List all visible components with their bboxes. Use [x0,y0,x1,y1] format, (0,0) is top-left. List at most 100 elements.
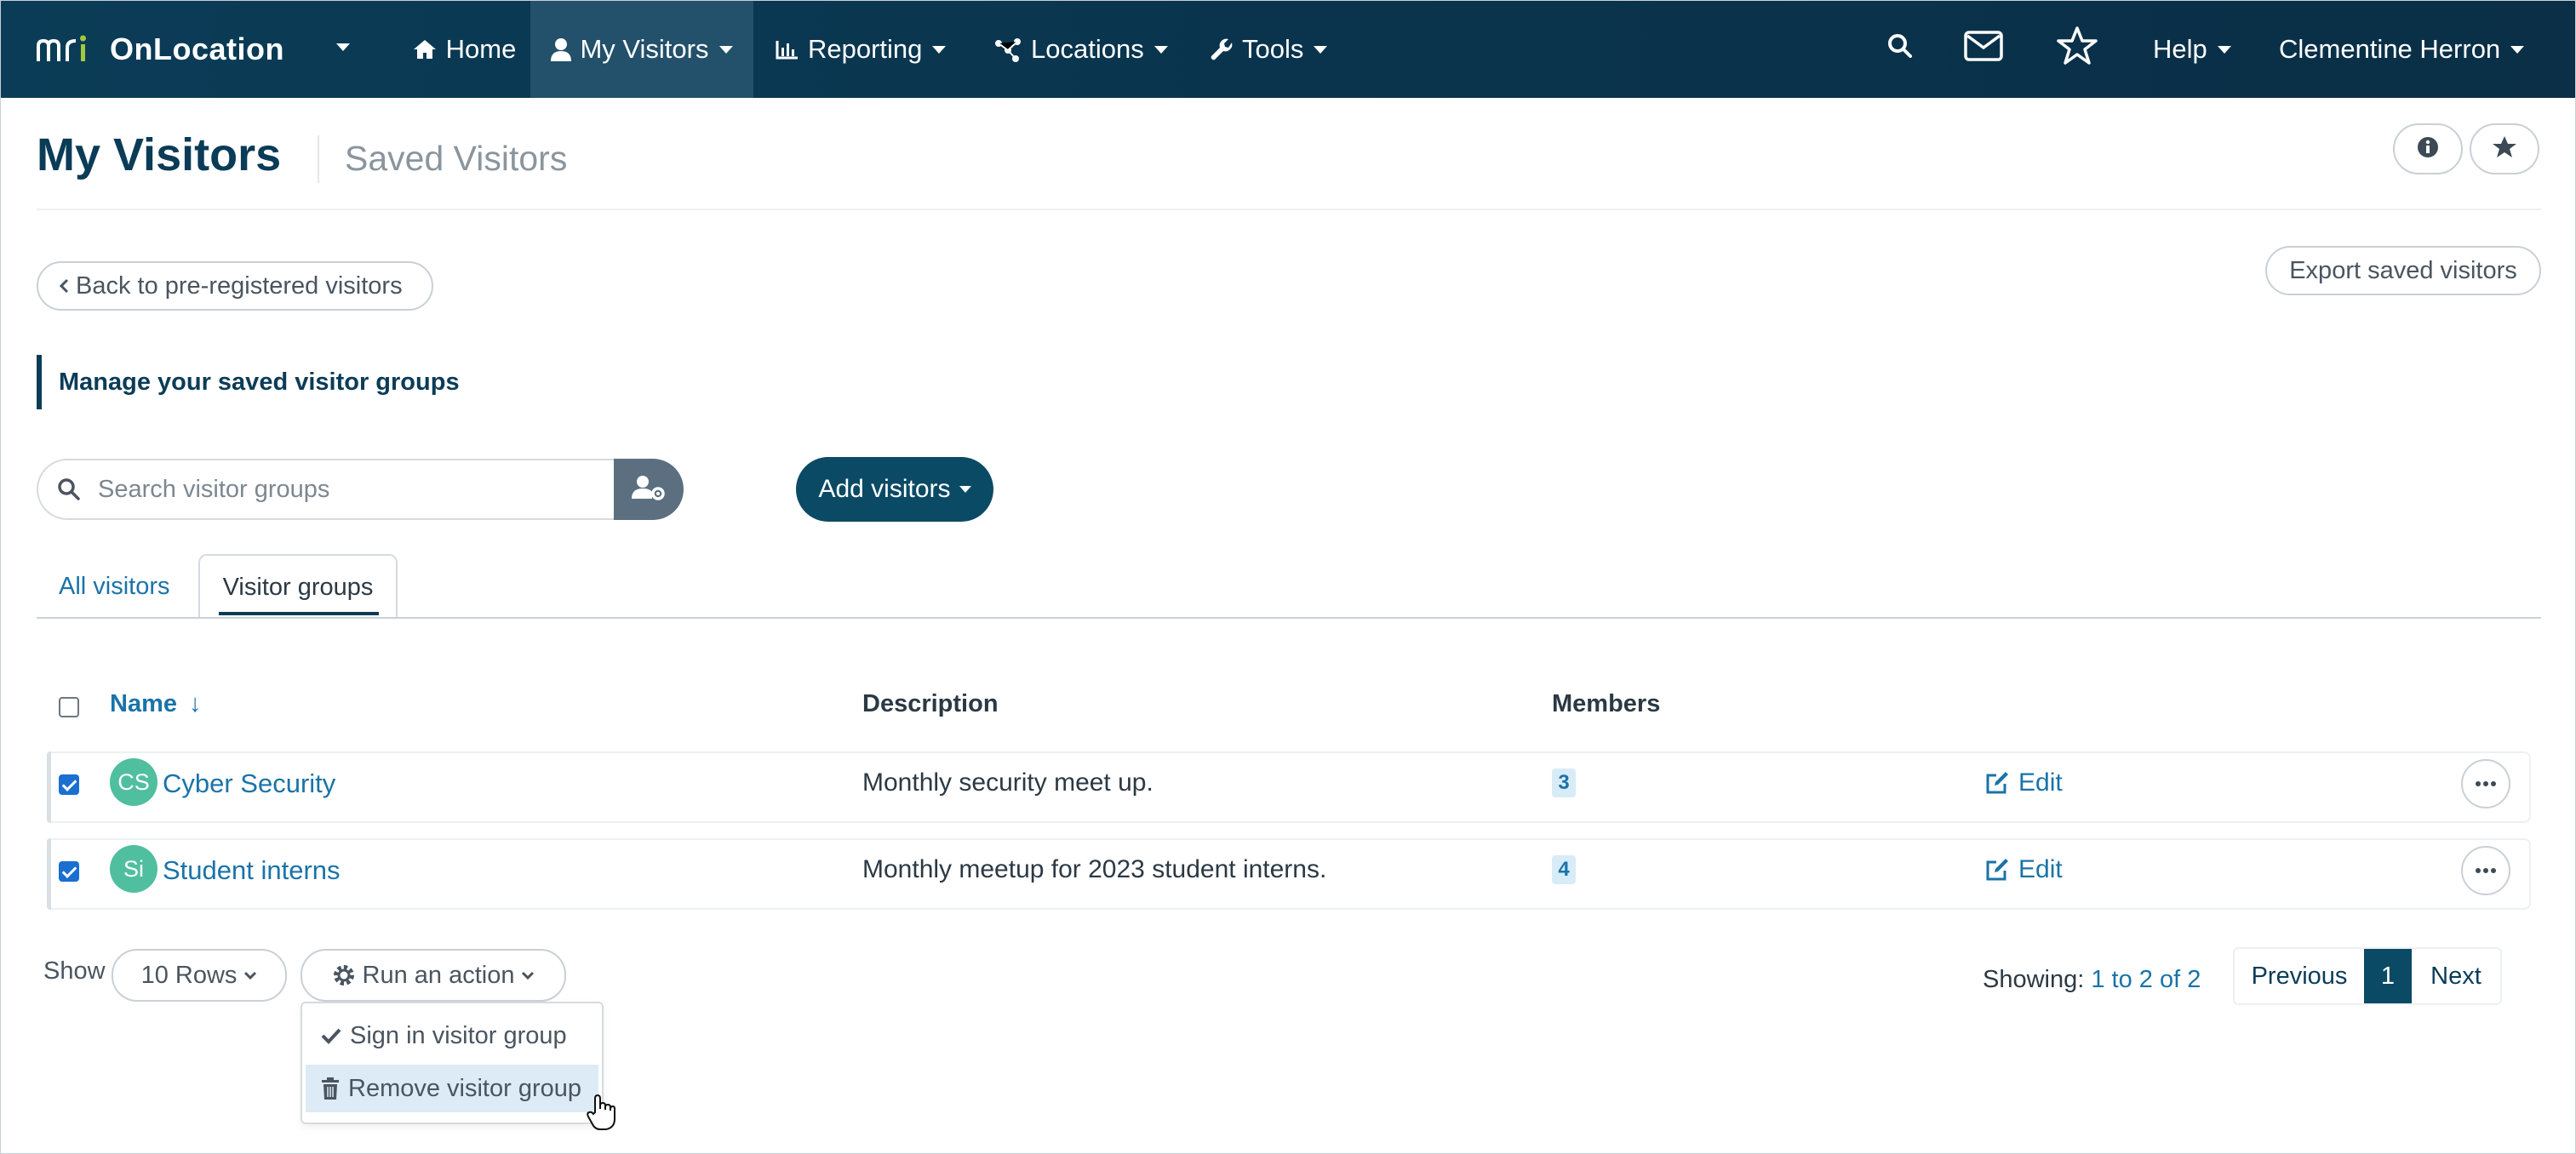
export-label: Export saved visitors [2289,256,2517,284]
run-action-label: Run an action [362,961,515,989]
trash-icon [321,1077,340,1100]
chevron-down-icon [932,45,947,54]
next-page-button[interactable]: Next [2412,949,2500,1003]
chart-icon [776,39,799,60]
active-tab-indicator [219,612,379,615]
user-settings-filter-button[interactable] [614,459,684,520]
nav-my-visitors-label: My Visitors [580,34,709,64]
network-icon [993,37,1022,62]
nav-reporting[interactable]: Reporting [776,1,947,98]
chevron-down-icon [2217,45,2231,54]
group-description: Monthly meetup for 2023 student interns. [862,855,1327,883]
star-outline-icon [2056,26,2098,73]
chevron-down-icon [243,970,257,980]
tab-visitor-groups[interactable]: Visitor groups [198,554,398,619]
nav-tools[interactable]: Tools [1210,1,1328,98]
menu-item-remove-group[interactable]: Remove visitor group [306,1065,598,1112]
avatar: CS [110,758,157,806]
info-button[interactable] [2393,123,2463,174]
edit-group-link[interactable]: Edit [1984,855,2063,884]
column-header-members: Members [1552,690,1661,717]
pagination-summary: Showing: 1 to 2 of 2 [1983,966,2201,994]
group-name-link[interactable]: Cyber Security [163,768,335,799]
section-callout: Manage your saved visitor groups [37,355,460,409]
edit-group-link[interactable]: Edit [1984,768,2063,797]
nav-locations-label: Locations [1031,34,1144,64]
ellipsis-icon [2475,776,2497,791]
check-icon [321,1027,341,1044]
nav-home[interactable]: Home [401,1,527,98]
rows-per-page-select[interactable]: 10 Rows [112,949,287,1002]
members-count-badge[interactable]: 4 [1552,855,1576,884]
brand-name: OnLocation [110,31,284,66]
help-label: Help [2153,34,2207,64]
envelope-icon [1964,31,2003,68]
nav-reporting-label: Reporting [808,34,923,64]
search-group [37,459,684,520]
brand[interactable]: OnLocation [35,1,284,98]
home-icon [412,38,438,60]
nav-my-visitors[interactable]: My Visitors [530,1,753,98]
search-button[interactable] [1887,1,1913,98]
nav-home-label: Home [445,34,517,64]
showing-range: 1 to 2 of 2 [2091,966,2201,993]
column-header-name[interactable]: Name ↓ [110,690,202,718]
gear-icon [332,963,356,987]
mri-logo-icon [37,35,86,61]
tabs-baseline [37,617,2541,619]
chevron-down-icon [2510,45,2525,54]
group-name-link[interactable]: Student interns [163,855,341,886]
info-icon [2417,136,2439,163]
run-action-button[interactable]: Run an action [301,949,566,1002]
top-navbar: OnLocation Home My Visitors Reporting Lo… [1,1,2575,98]
search-icon [1887,33,1913,66]
name-header-label: Name [110,690,177,717]
messages-button[interactable] [1964,1,2003,98]
search-icon [57,477,81,506]
members-count-badge[interactable]: 3 [1552,768,1576,797]
star-icon [2492,135,2517,163]
edit-label: Edit [2018,768,2063,797]
previous-page-button[interactable]: Previous [2235,949,2364,1003]
user-menu[interactable]: Clementine Herron [2279,1,2525,98]
column-header-description: Description [862,690,999,717]
brand-caret-icon[interactable] [336,43,350,51]
favorites-button[interactable] [2056,1,2098,98]
select-all-checkbox[interactable] [59,697,79,717]
export-saved-visitors-button[interactable]: Export saved visitors [2265,246,2541,295]
back-label: Back to pre-registered visitors [76,271,403,300]
help-menu[interactable]: Help [2153,1,2231,98]
search-input[interactable] [37,459,615,520]
chevron-down-icon [959,486,971,493]
row-indicator [47,751,51,823]
tab-all-visitors[interactable]: All visitors [37,554,192,619]
edit-icon [1984,857,2010,883]
sort-down-icon: ↓ [189,690,202,717]
header-divider [37,209,2541,210]
row-more-button[interactable] [2461,759,2510,808]
menu-item-label: Remove visitor group [348,1074,581,1102]
row-indicator [47,838,51,910]
back-to-preregistered-button[interactable]: Back to pre-registered visitors [37,261,433,311]
group-description: Monthly security meet up. [862,768,1153,797]
chevron-down-icon [1314,45,1328,54]
title-divider [318,135,319,183]
row-more-button[interactable] [2461,846,2510,895]
user-icon [551,37,572,61]
row-checkbox[interactable] [59,774,79,795]
ellipsis-icon [2475,863,2497,878]
menu-item-sign-in-group[interactable]: Sign in visitor group [306,1012,598,1060]
user-name: Clementine Herron [2279,34,2501,64]
favorite-page-button[interactable] [2470,123,2539,174]
edit-label: Edit [2018,855,2063,883]
chevron-down-icon [521,970,535,980]
add-visitors-label: Add visitors [818,475,951,503]
row-checkbox[interactable] [59,861,79,882]
page-1-button[interactable]: 1 [2364,949,2412,1003]
run-action-menu: Sign in visitor group Remove visitor gro… [301,1002,604,1124]
rows-select-label: 10 Rows [140,961,238,989]
add-visitors-button[interactable]: Add visitors [796,457,993,522]
pagination: Previous 1 Next [2233,947,2502,1005]
nav-locations[interactable]: Locations [993,1,1168,98]
avatar: Si [110,845,157,893]
